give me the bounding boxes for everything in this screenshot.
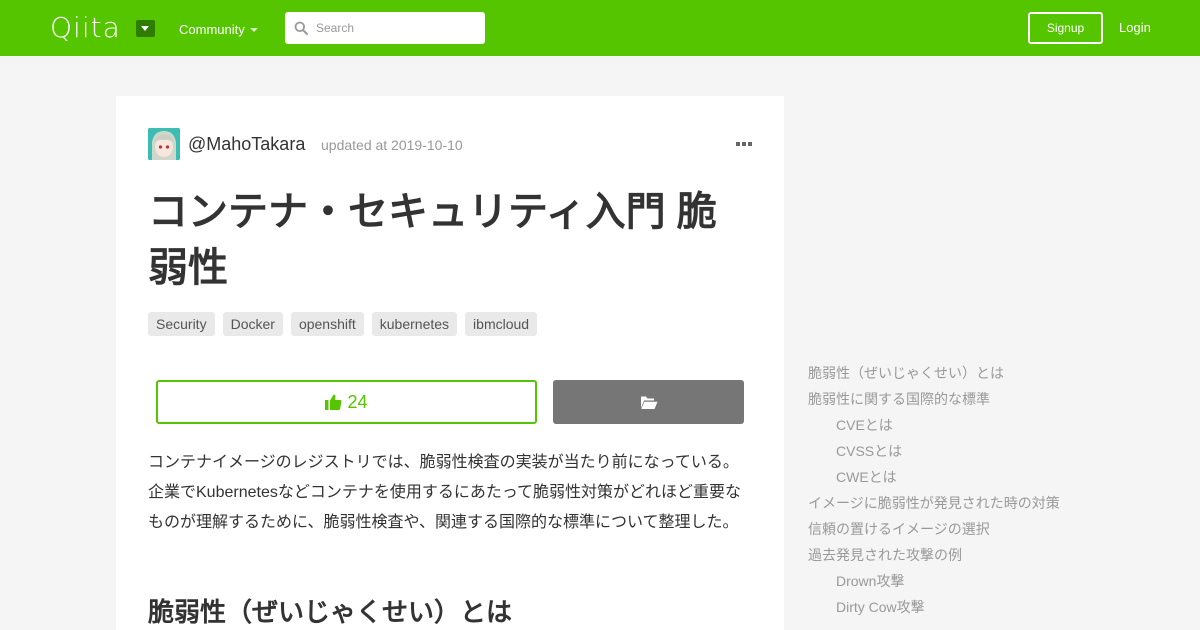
toc-item[interactable]: CVSSとは: [808, 438, 1088, 464]
article-intro: コンテナイメージのレジストリでは、脆弱性検査の実装が当たり前になっている。企業で…: [148, 454, 742, 531]
table-of-contents: 脆弱性（ぜいじゃくせい）とは 脆弱性に関する国際的な標準 CVEとは CVSSと…: [808, 360, 1088, 620]
qiita-logo[interactable]: Qiita: [50, 13, 121, 43]
toc-item[interactable]: CWEとは: [808, 464, 1088, 490]
toc-item[interactable]: 脆弱性に関する国際的な標準: [808, 386, 1088, 412]
like-button[interactable]: 24: [156, 380, 537, 424]
toc-item[interactable]: 信頼の置けるイメージの選択: [808, 516, 1088, 542]
toc-item[interactable]: 脆弱性（ぜいじゃくせい）とは: [808, 360, 1088, 386]
community-menu[interactable]: Community: [179, 22, 245, 38]
tag-item[interactable]: openshift: [290, 312, 364, 336]
toc-item[interactable]: Dirty Cow攻撃: [808, 594, 1088, 620]
author-avatar[interactable]: [148, 128, 180, 160]
more-options-icon[interactable]: [736, 142, 752, 146]
login-link[interactable]: Login: [1119, 20, 1151, 36]
signup-button[interactable]: Signup: [1028, 12, 1103, 44]
toc-item[interactable]: Drown攻撃: [808, 568, 1088, 594]
article-card: @MahoTakara updated at 2019-10-10 コンテナ・セ…: [116, 96, 784, 630]
toc-item[interactable]: 過去発見された攻撃の例: [808, 542, 1088, 568]
folder-open-icon: [640, 396, 657, 409]
toc-item[interactable]: CVEとは: [808, 412, 1088, 438]
search-icon: [294, 21, 308, 35]
thumbs-up-icon: [325, 394, 342, 410]
search-input[interactable]: [316, 12, 476, 44]
stock-button[interactable]: [553, 380, 744, 424]
section-heading: 脆弱性（ぜいじゃくせい）とは: [148, 597, 513, 627]
author-name[interactable]: @MahoTakara: [188, 133, 305, 155]
tag-item[interactable]: Security: [148, 312, 215, 336]
tag-item[interactable]: ibmcloud: [465, 312, 538, 336]
community-caret-icon[interactable]: [250, 28, 258, 32]
toc-item[interactable]: イメージに脆弱性が発見された時の対策: [808, 490, 1088, 516]
tag-list: Security Docker openshift kubernetes ibm…: [148, 312, 538, 336]
logo-dropdown-icon[interactable]: [136, 20, 155, 37]
updated-date: updated at 2019-10-10: [321, 137, 463, 153]
tag-item[interactable]: kubernetes: [371, 312, 458, 336]
global-header: Qiita Community Signup Login: [0, 0, 1200, 56]
article-title: コンテナ・セキュリティ入門 脆弱性: [148, 190, 717, 290]
like-count: 24: [347, 391, 368, 412]
tag-item[interactable]: Docker: [222, 312, 283, 336]
search-box[interactable]: [285, 12, 485, 44]
